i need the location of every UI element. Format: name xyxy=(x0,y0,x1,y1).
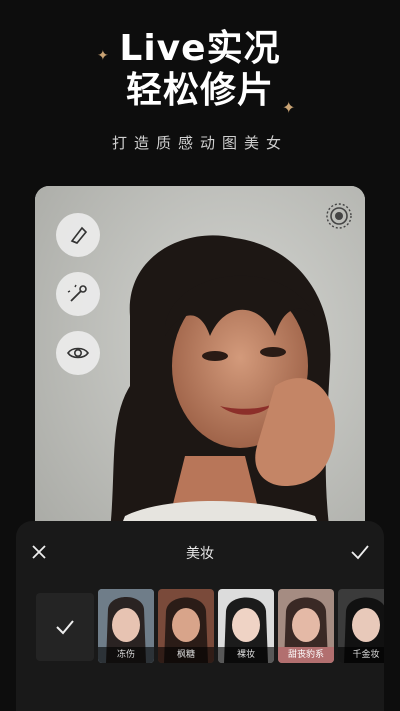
subtitle: 打造质感动图美女 xyxy=(111,134,288,152)
makeup-item-label: 冻伤 xyxy=(98,647,154,663)
eraser-tool-button[interactable] xyxy=(56,213,100,257)
check-icon xyxy=(56,620,74,635)
eye-tool-button[interactable] xyxy=(56,331,100,375)
eye-icon xyxy=(67,347,89,359)
makeup-item-selected[interactable]: 甜丧豹系 xyxy=(278,589,334,663)
makeup-list: 冻伤 枫糖 裸妆 甜丧豹系 千金妆 xyxy=(98,589,384,663)
makeup-item-label: 裸妆 xyxy=(218,647,274,663)
eraser-icon xyxy=(70,226,88,244)
makeup-item-label: 甜丧豹系 xyxy=(278,647,334,663)
no-makeup-option[interactable] xyxy=(36,593,94,661)
magic-wand-tool-button[interactable] xyxy=(56,272,100,316)
makeup-panel: 美妆 冻伤 枫糖 裸妆 甜丧豹系 千金妆 xyxy=(16,521,384,711)
sparkle-icon: ✦ xyxy=(282,98,296,117)
makeup-item[interactable]: 千金妆 xyxy=(338,589,384,663)
photo-preview[interactable] xyxy=(35,186,365,566)
magic-wand-icon xyxy=(67,284,87,302)
sparkle-icon: ✦ xyxy=(97,48,109,64)
panel-header: 美妆 xyxy=(16,521,384,585)
check-icon[interactable] xyxy=(350,543,370,561)
makeup-item[interactable]: 枫糖 xyxy=(158,589,214,663)
makeup-item[interactable]: 裸妆 xyxy=(218,589,274,663)
makeup-item-label: 枫糖 xyxy=(158,647,214,663)
headline: Live实况 轻松修片 xyxy=(0,28,400,112)
makeup-item-label: 千金妆 xyxy=(338,647,384,663)
live-photo-icon[interactable] xyxy=(325,202,353,230)
headline-line-2: 轻松修片 xyxy=(125,70,274,111)
panel-title: 美妆 xyxy=(186,546,214,562)
headline-line-1: Live实况 xyxy=(119,28,281,69)
makeup-item[interactable]: 冻伤 xyxy=(98,589,154,663)
